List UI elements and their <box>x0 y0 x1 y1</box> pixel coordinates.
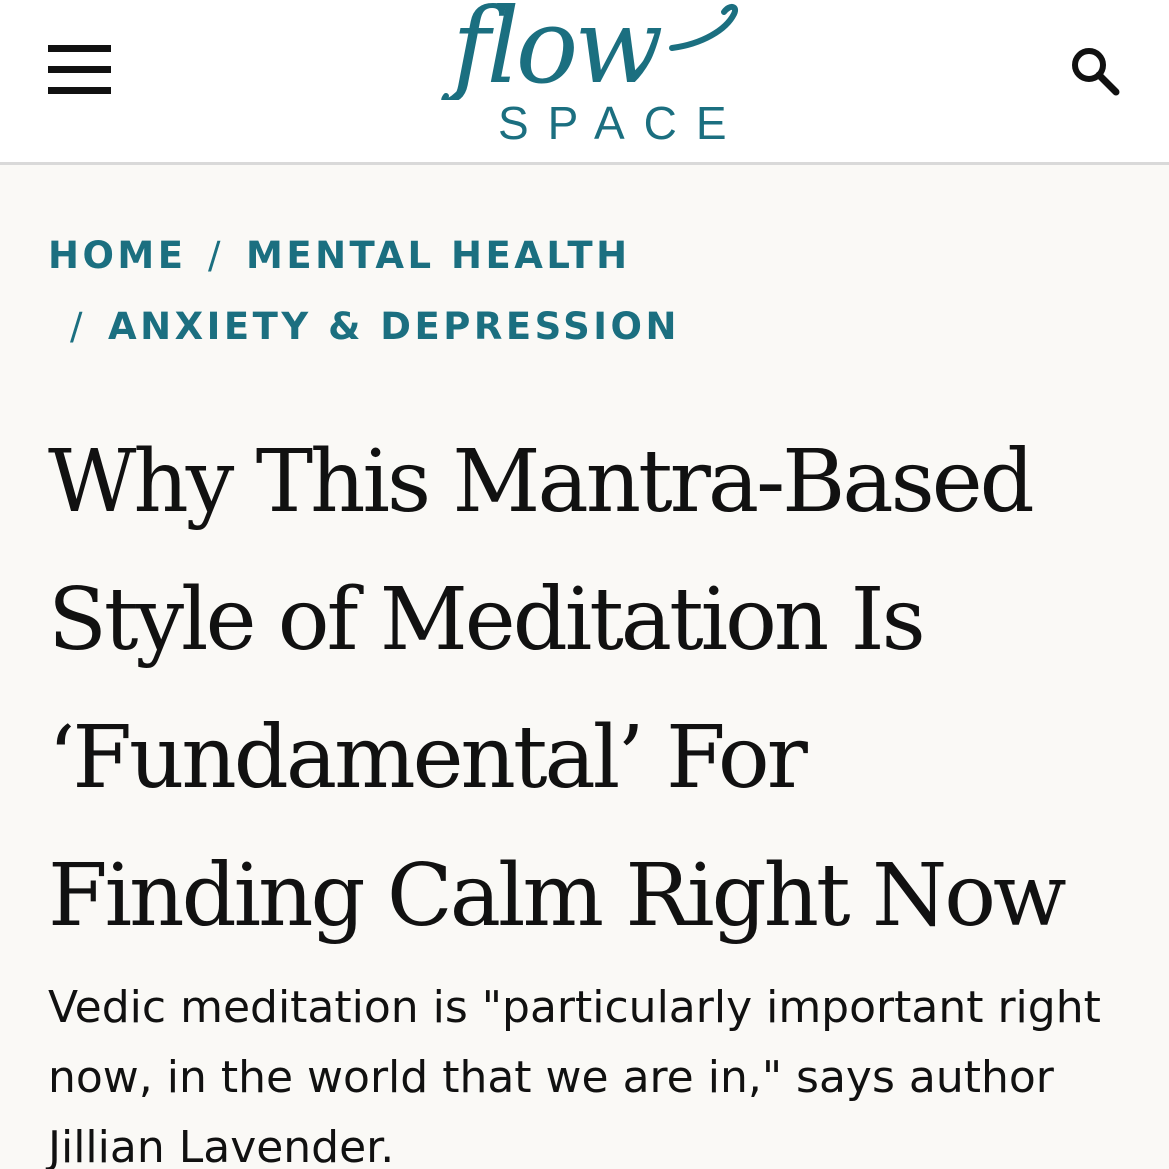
menu-bar-bottom <box>48 87 111 94</box>
site-logo[interactable]: flow SPACE <box>440 0 750 160</box>
article-title: Why This Mantra-Based Style of Meditatio… <box>48 432 1067 946</box>
menu-bar-middle <box>48 66 111 73</box>
breadcrumb-separator: / <box>208 234 224 277</box>
search-icon-graphic <box>1072 48 1120 96</box>
logo-script: flow <box>441 0 738 100</box>
search-icon[interactable] <box>1068 44 1124 100</box>
article-deck: Vedic meditation is "particularly import… <box>48 982 1101 1169</box>
breadcrumb-home[interactable]: HOME <box>48 237 187 274</box>
logo-script-text: flow <box>445 0 661 100</box>
hamburger-menu-icon[interactable] <box>48 45 111 95</box>
breadcrumb-anxiety-depression[interactable]: ANXIETY & DEPRESSION <box>108 308 680 345</box>
logo-swash <box>669 4 738 51</box>
logo-subtext: SPACE <box>498 97 746 149</box>
site-header: flow SPACE <box>0 0 1169 165</box>
menu-bar-top <box>48 45 111 52</box>
breadcrumb-mental-health[interactable]: MENTAL HEALTH <box>246 237 631 274</box>
breadcrumb-separator: / <box>70 305 86 348</box>
